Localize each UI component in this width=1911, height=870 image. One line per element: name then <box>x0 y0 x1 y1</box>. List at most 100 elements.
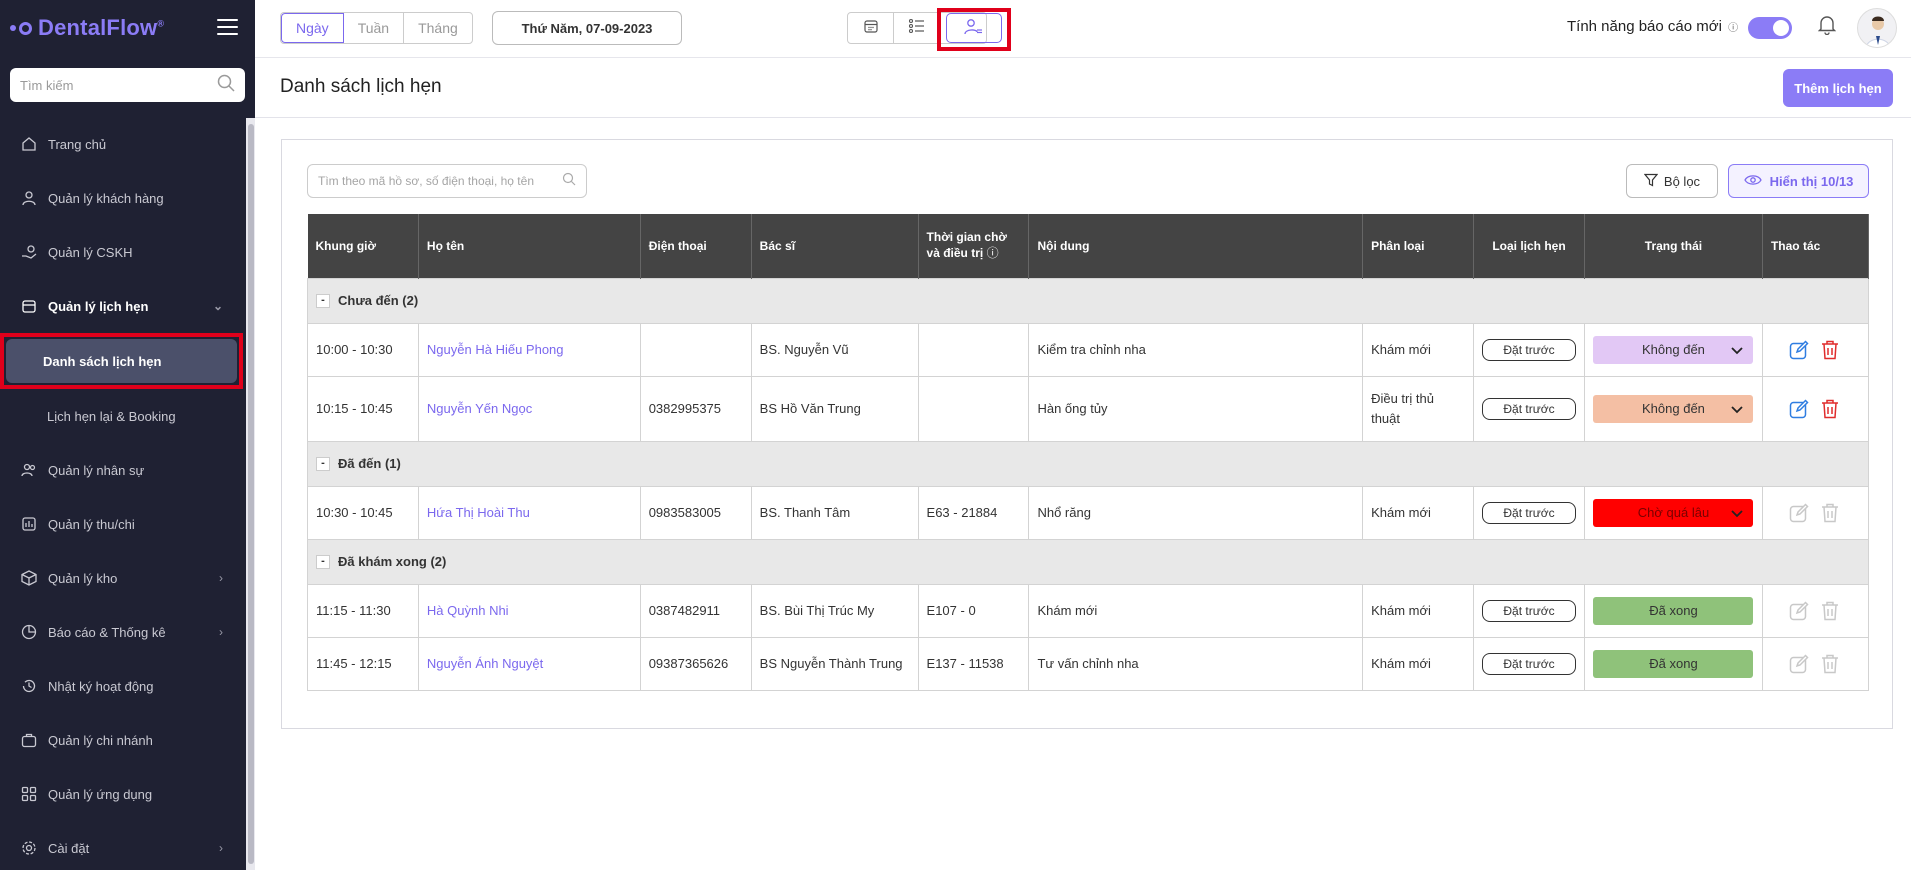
delete-icon[interactable] <box>1821 399 1839 419</box>
search-icon[interactable] <box>217 74 235 97</box>
sidebar-item-staff[interactable]: Quản lý nhân sự <box>0 443 245 497</box>
delete-icon[interactable] <box>1821 340 1839 360</box>
hamburger-menu-icon[interactable] <box>217 19 238 35</box>
patient-name-link[interactable]: Nguyễn Ánh Nguyệt <box>427 656 543 671</box>
view-tabs: Ngày Tuần Tháng <box>280 12 473 44</box>
table-row[interactable]: 11:45 - 12:15 Nguyễn Ánh Nguyệt 09387365… <box>307 636 1870 691</box>
chevron-down-icon <box>1731 401 1744 416</box>
header-name[interactable]: Họ tên <box>418 214 641 278</box>
sidebar-subitem-rebooking[interactable]: Lịch hẹn lại & Booking <box>0 389 245 443</box>
cell-category: Điều trị thủ thuật <box>1362 375 1474 442</box>
table-row[interactable]: 11:15 - 11:30 Hà Quỳnh Nhi 0387482911 BS… <box>307 583 1870 638</box>
sidebar-item-warehouse[interactable]: Quản lý kho › <box>0 551 245 605</box>
status-dropdown[interactable]: Không đến <box>1593 394 1754 423</box>
group-row-completed: - Đã khám xong (2) <box>307 538 1869 585</box>
list-view-button[interactable] <box>894 13 940 43</box>
users-icon <box>20 461 38 479</box>
header-time[interactable]: Khung giờ <box>307 214 419 278</box>
collapse-toggle[interactable]: - <box>316 457 330 472</box>
appointment-table: Khung giờ Họ tên Điện thoại Bác sĩ Thời … <box>307 214 1870 691</box>
chevron-down-icon <box>1731 342 1744 357</box>
cell-content: Tư vấn chỉnh nha <box>1028 636 1364 691</box>
table-header-row: Khung giờ Họ tên Điện thoại Bác sĩ Thời … <box>307 214 1870 278</box>
sidebar-scrollbar-thumb[interactable] <box>248 124 254 864</box>
sidebar-item-customers[interactable]: Quản lý khách hàng <box>0 171 245 225</box>
tab-day[interactable]: Ngày <box>281 13 344 43</box>
info-icon[interactable]: ⓘ <box>1728 23 1738 34</box>
patient-name-link[interactable]: Hà Quỳnh Nhi <box>427 603 509 618</box>
header-doctor[interactable]: Bác sĩ <box>751 214 919 278</box>
sidebar-subitem-appointment-list[interactable]: Danh sách lịch hẹn <box>6 339 237 383</box>
edit-icon[interactable] <box>1789 339 1809 360</box>
sidebar-item-appointments[interactable]: Quản lý lịch hẹn ⌄ <box>0 279 245 333</box>
header-wait-line1: Thời gian chờ <box>926 230 1007 245</box>
cell-phone: 0382995375 <box>639 375 752 442</box>
sidebar-item-label: Trang chủ <box>48 136 107 152</box>
user-avatar[interactable] <box>1857 8 1897 48</box>
appointment-type-badge: Đặt trước <box>1481 338 1576 361</box>
patient-name-link[interactable]: Hứa Thị Hoài Thu <box>427 505 530 520</box>
info-icon: ⓘ <box>986 246 999 261</box>
table-search[interactable] <box>307 164 587 198</box>
calendar-view-button[interactable] <box>848 13 894 43</box>
date-picker[interactable]: Thứ Năm, 07-09-2023 <box>492 11 682 45</box>
sidebar-item-label: Quản lý kho <box>48 570 118 586</box>
cell-type: Đặt trước <box>1472 485 1585 540</box>
header-phone[interactable]: Điện thoại <box>640 214 752 278</box>
header-status[interactable]: Trạng thái <box>1584 214 1763 278</box>
table-row[interactable]: 10:15 - 10:45 Nguyễn Yến Ngọc 0382995375… <box>307 375 1870 442</box>
patient-list-view-active[interactable] <box>946 13 1002 43</box>
page-title: Danh sách lịch hẹn <box>280 76 442 97</box>
chart-icon <box>20 515 38 533</box>
cell-type: Đặt trước <box>1472 636 1585 691</box>
table-row[interactable]: 10:00 - 10:30 Nguyễn Hà Hiếu Phong BS. N… <box>307 322 1870 377</box>
table-search-input[interactable] <box>318 174 562 188</box>
cell-doctor: BS Hồ Văn Trung <box>750 375 919 442</box>
header-category[interactable]: Phân loại <box>1362 214 1474 278</box>
sidebar-search-input[interactable] <box>20 77 217 93</box>
filter-label: Bộ lọc <box>1663 173 1701 189</box>
cell-phone: 0983583005 <box>639 485 752 540</box>
tab-month[interactable]: Tháng <box>404 13 472 43</box>
cell-name: Hứa Thị Hoài Thu <box>417 485 641 540</box>
search-icon[interactable] <box>562 172 576 191</box>
cell-actions <box>1761 636 1870 691</box>
sidebar-item-home[interactable]: Trang chủ <box>0 117 245 171</box>
edit-icon[interactable] <box>1789 398 1809 419</box>
tab-week[interactable]: Tuần <box>344 13 405 43</box>
collapse-toggle[interactable]: - <box>316 555 330 570</box>
display-columns-button[interactable]: Hiển thị 10/13 <box>1728 164 1869 198</box>
sidebar-item-reports[interactable]: Báo cáo & Thống kê › <box>0 605 245 659</box>
group-label: Đã khám xong (2) <box>338 553 447 569</box>
cell-type: Đặt trước <box>1472 375 1585 442</box>
patient-name-link[interactable]: Nguyễn Yến Ngọc <box>427 401 532 416</box>
header-wait-time[interactable]: Thời gian chờ và điều trị ⓘ <box>918 214 1030 278</box>
cell-type: Đặt trước <box>1472 322 1585 377</box>
notification-bell-icon[interactable] <box>1817 15 1837 40</box>
status-dropdown[interactable]: Không đến <box>1593 335 1754 364</box>
sidebar-item-label: Quản lý khách hàng <box>48 190 164 206</box>
new-report-toggle[interactable] <box>1748 17 1792 39</box>
status-dropdown[interactable]: Chờ quá lâu <box>1593 498 1754 527</box>
app-logo[interactable]: DentalFlow® <box>10 14 164 42</box>
sidebar-item-finance[interactable]: Quản lý thu/chi <box>0 497 245 551</box>
sidebar-subitem-label: Danh sách lịch hẹn <box>43 353 162 369</box>
appointment-list-card: Bộ lọc Hiển thị 10/13 Khung giờ Họ tên Đ… <box>281 139 1893 729</box>
sidebar-item-settings[interactable]: Cài đặt › <box>0 821 245 870</box>
sidebar-item-activity-log[interactable]: Nhật ký hoạt động <box>0 659 245 713</box>
sidebar-item-branches[interactable]: Quản lý chi nhánh <box>0 713 245 767</box>
header-appointment-type[interactable]: Loại lịch hẹn <box>1473 214 1585 278</box>
status-label: Không đến <box>1642 401 1705 416</box>
sidebar-item-customer-care[interactable]: Quản lý CSKH <box>0 225 245 279</box>
collapse-toggle[interactable]: - <box>316 294 330 309</box>
header-content[interactable]: Nội dung <box>1028 214 1364 278</box>
table-row[interactable]: 10:30 - 10:45 Hứa Thị Hoài Thu 098358300… <box>307 485 1870 540</box>
add-appointment-button[interactable]: Thêm lịch hẹn <box>1783 69 1893 107</box>
sidebar-search[interactable] <box>10 68 245 102</box>
status-label: Không đến <box>1642 342 1705 357</box>
topbar: Ngày Tuần Tháng Thứ Năm, 07-09-2023 Tính… <box>255 0 1911 58</box>
patient-name-link[interactable]: Nguyễn Hà Hiếu Phong <box>427 342 564 357</box>
sidebar-item-apps[interactable]: Quản lý ứng dụng <box>0 767 245 821</box>
filter-button[interactable]: Bộ lọc <box>1626 164 1718 198</box>
cell-phone <box>639 322 752 377</box>
